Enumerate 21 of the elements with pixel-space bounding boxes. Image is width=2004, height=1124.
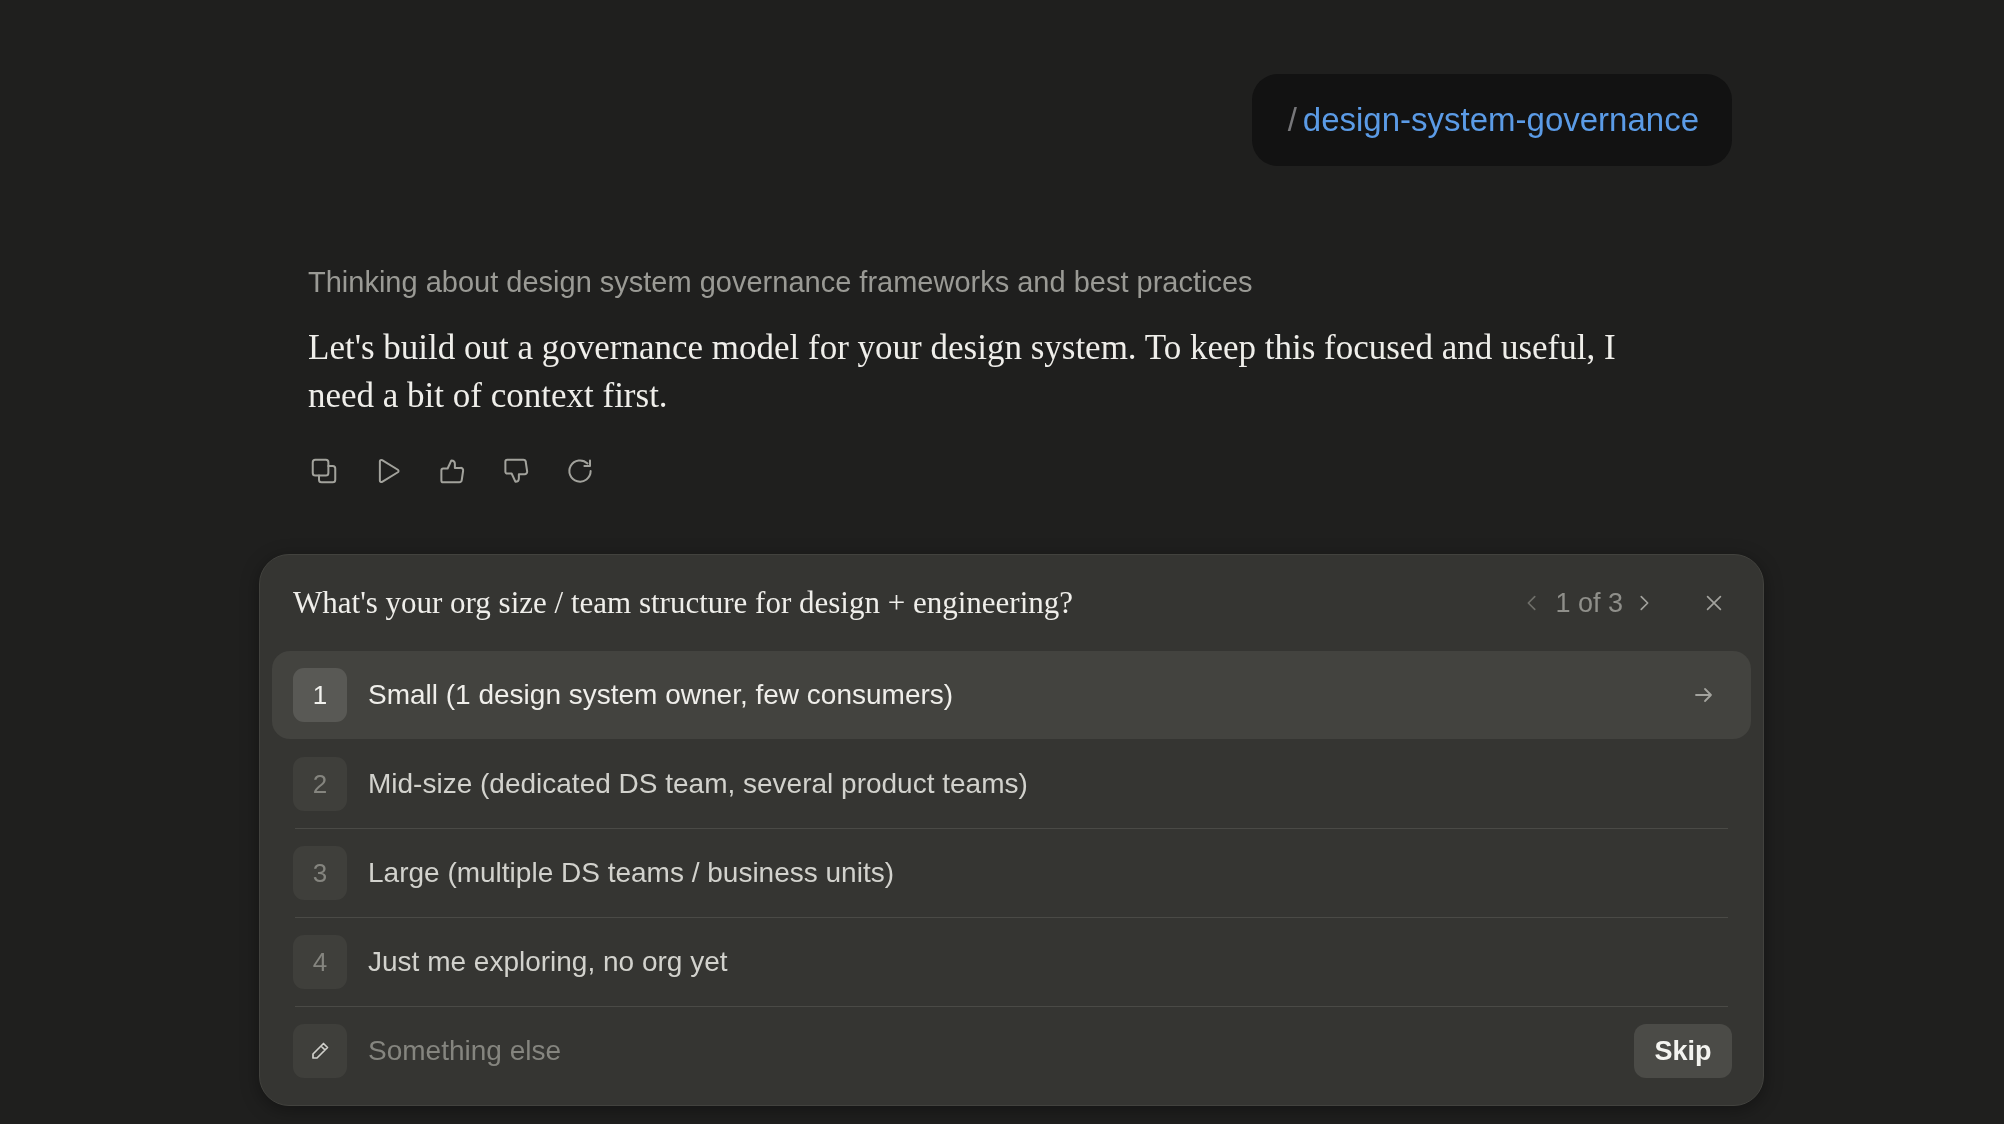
pencil-icon xyxy=(293,1024,347,1078)
skip-button[interactable]: Skip xyxy=(1634,1024,1732,1078)
option-row[interactable]: 2 Mid-size (dedicated DS team, several product teams) xyxy=(272,740,1751,828)
copy-icon[interactable] xyxy=(309,456,339,486)
question-text: What's your org size / team structure for design + engineering? xyxy=(293,585,1074,621)
thumbs-down-icon[interactable] xyxy=(501,456,531,486)
message-text: Let's build out a governance model for your design system. To keep this focused and useful, I need a bit of context first. xyxy=(308,327,1617,417)
number-badge: 3 xyxy=(293,846,347,900)
refresh-icon[interactable] xyxy=(565,456,595,486)
number-badge: 1 xyxy=(293,668,347,722)
thinking-text[interactable]: Thinking about design system governance frameworks and best practices xyxy=(308,264,1764,300)
number-badge: 2 xyxy=(293,757,347,811)
number-badge: 4 xyxy=(293,935,347,989)
page-counter: 1 of 3 xyxy=(1555,587,1623,619)
slash-text: / xyxy=(1287,101,1297,139)
option-row[interactable]: 4 Just me exploring, no org yet xyxy=(272,918,1751,1006)
other-answer-field[interactable]: Something else xyxy=(368,1035,1613,1067)
thumbs-up-icon[interactable] xyxy=(437,456,467,486)
option-row[interactable]: 1 Small (1 design system owner, few consumers) xyxy=(272,651,1751,739)
command-text: design-system-governance xyxy=(1302,101,1699,139)
option-row[interactable]: 3 Large (multiple DS teams / business units) xyxy=(272,829,1751,917)
